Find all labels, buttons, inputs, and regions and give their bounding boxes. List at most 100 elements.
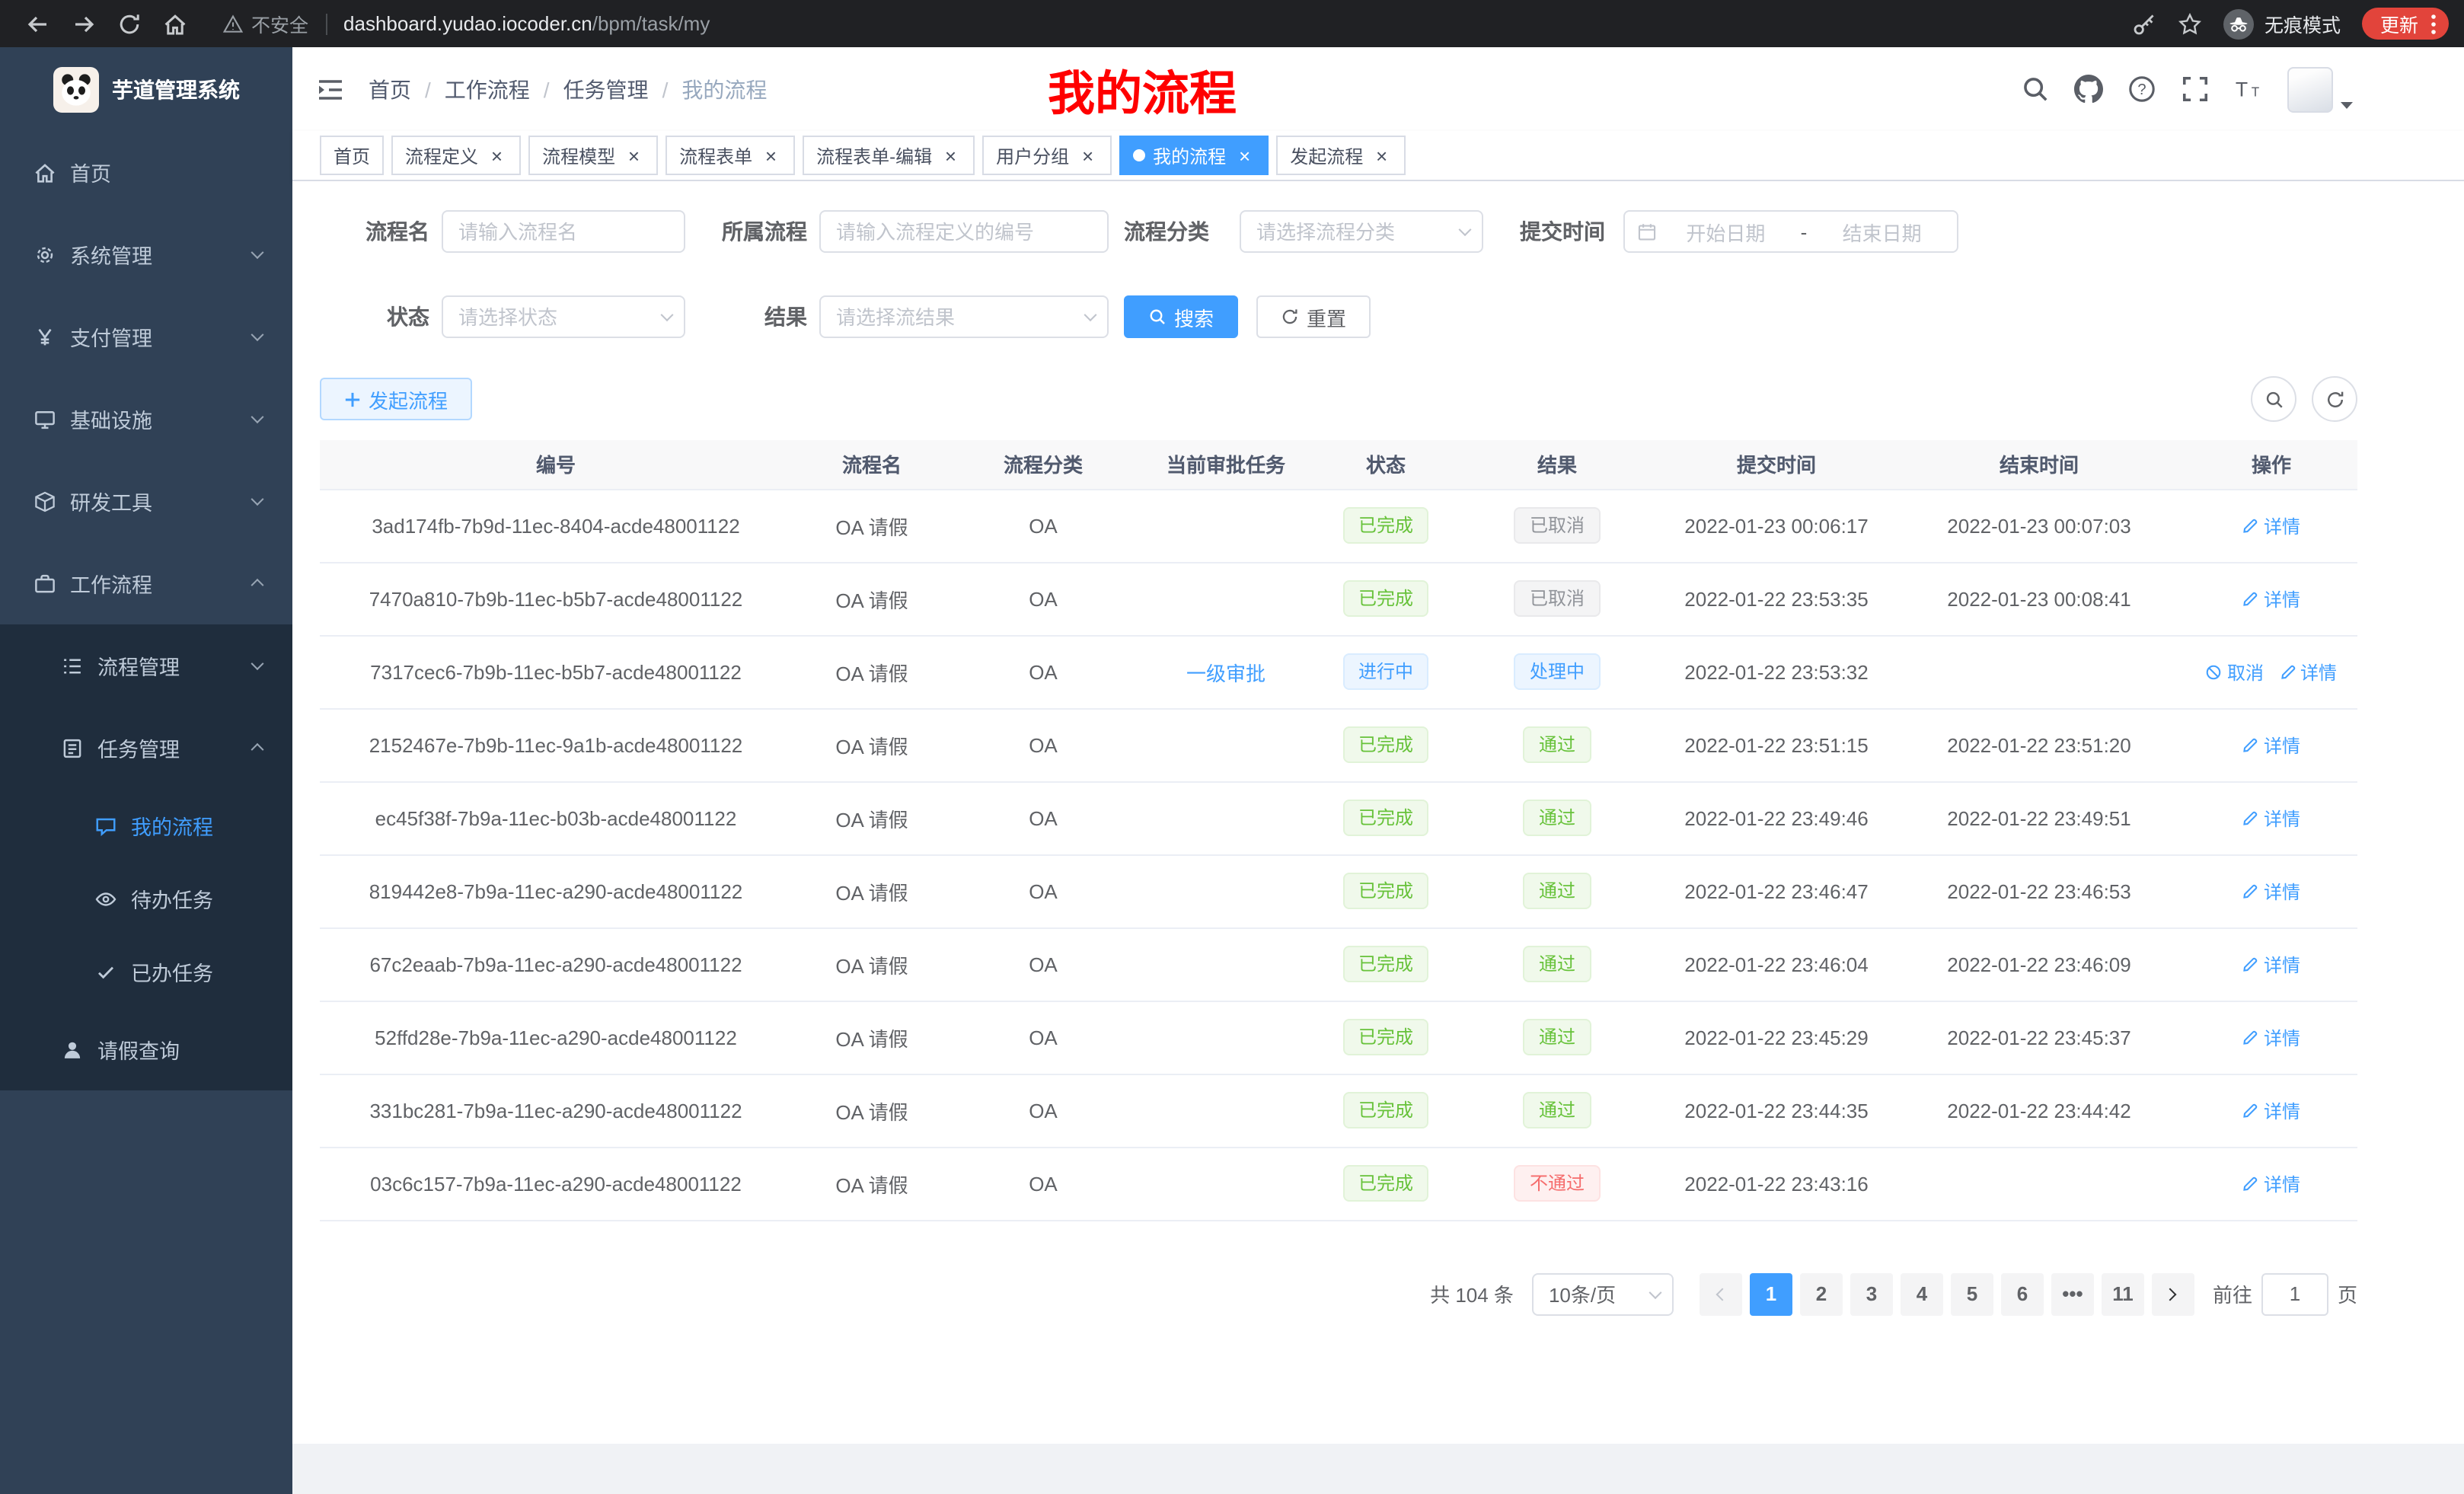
parent-process-input[interactable] bbox=[819, 210, 1109, 253]
sidebar-item-infra[interactable]: 基础设施 bbox=[0, 378, 292, 460]
sidebar-item-process-mgmt[interactable]: 流程管理 bbox=[0, 624, 292, 707]
breadcrumb-workflow[interactable]: 工作流程 bbox=[445, 74, 530, 104]
tab-close-icon[interactable]: × bbox=[486, 145, 507, 166]
result-select[interactable] bbox=[819, 295, 1109, 338]
tab-流程表单[interactable]: 流程表单× bbox=[665, 136, 795, 175]
sidebar-toggle-icon[interactable] bbox=[317, 75, 344, 103]
detail-action-link[interactable]: 详情 bbox=[2242, 512, 2300, 538]
tab-close-icon[interactable]: × bbox=[940, 145, 961, 166]
browser-menu-icon[interactable] bbox=[2430, 13, 2437, 34]
detail-action-link[interactable]: 详情 bbox=[2242, 586, 2300, 611]
pager-page-3[interactable]: 3 bbox=[1850, 1272, 1893, 1315]
table-row: 7317cec6-7b9b-11ec-b5b7-acde48001122OA 请… bbox=[320, 635, 2357, 708]
cell-category: OA bbox=[952, 635, 1135, 708]
avatar[interactable] bbox=[2287, 66, 2333, 112]
tab-close-icon[interactable]: × bbox=[623, 145, 644, 166]
process-name-input[interactable] bbox=[442, 210, 685, 253]
detail-action-label: 详情 bbox=[2264, 586, 2300, 611]
pager-page-11[interactable]: 11 bbox=[2102, 1272, 2144, 1315]
reset-button[interactable]: 重置 bbox=[1256, 295, 1371, 338]
goto-page-input[interactable] bbox=[2261, 1272, 2328, 1315]
sidebar-item-devtools[interactable]: 研发工具 bbox=[0, 460, 292, 542]
sidebar-item-home[interactable]: 首页 bbox=[0, 131, 292, 213]
address-divider bbox=[325, 13, 327, 34]
cell-result: 不通过 bbox=[1454, 1147, 1660, 1220]
pagination-next-button[interactable] bbox=[2152, 1272, 2194, 1315]
password-key-icon[interactable] bbox=[2132, 11, 2156, 36]
browser-reload-icon[interactable] bbox=[117, 11, 142, 36]
sidebar-item-payment[interactable]: 支付管理 bbox=[0, 295, 292, 378]
tab-用户分组[interactable]: 用户分组× bbox=[982, 136, 1112, 175]
category-select-input[interactable] bbox=[1240, 210, 1483, 253]
pagination-prev-button[interactable] bbox=[1700, 1272, 1742, 1315]
status-select[interactable] bbox=[442, 295, 685, 338]
pager-more-button[interactable]: ••• bbox=[2051, 1272, 2094, 1315]
update-button[interactable]: 更新 bbox=[2362, 8, 2449, 40]
category-select[interactable] bbox=[1240, 210, 1483, 253]
submit-time-range-picker[interactable]: 开始日期 - 结束日期 bbox=[1623, 210, 1958, 253]
tab-我的流程[interactable]: 我的流程× bbox=[1119, 136, 1269, 175]
detail-action-link[interactable]: 详情 bbox=[2279, 659, 2337, 685]
sidebar-item-system[interactable]: 系统管理 bbox=[0, 213, 292, 295]
sidebar-item-leave-query[interactable]: 请假查询 bbox=[0, 1008, 292, 1090]
github-icon[interactable] bbox=[2074, 75, 2103, 104]
date-end-placeholder[interactable]: 结束日期 bbox=[1819, 217, 1945, 246]
user-menu[interactable] bbox=[2287, 66, 2354, 112]
breadcrumb-home[interactable]: 首页 bbox=[369, 74, 411, 104]
tab-close-icon[interactable]: × bbox=[1371, 145, 1392, 166]
detail-action-link[interactable]: 详情 bbox=[2242, 878, 2300, 904]
cell-result: 通过 bbox=[1454, 1001, 1660, 1074]
pager-page-4[interactable]: 4 bbox=[1901, 1272, 1943, 1315]
detail-action-link[interactable]: 详情 bbox=[2242, 1170, 2300, 1196]
pager-page-6[interactable]: 6 bbox=[2001, 1272, 2044, 1315]
browser-forward-icon[interactable] bbox=[72, 11, 96, 36]
date-start-placeholder[interactable]: 开始日期 bbox=[1663, 217, 1789, 246]
pager-page-5[interactable]: 5 bbox=[1951, 1272, 1993, 1315]
font-size-icon[interactable]: TT bbox=[2234, 75, 2263, 104]
sidebar-item-workflow[interactable]: 工作流程 bbox=[0, 542, 292, 624]
bookmark-star-icon[interactable] bbox=[2178, 11, 2202, 36]
help-icon[interactable]: ? bbox=[2127, 75, 2156, 104]
address-bar[interactable]: 不安全 dashboard.yudao.iocoder.cn /bpm/task… bbox=[222, 9, 710, 38]
detail-action-link[interactable]: 详情 bbox=[2242, 951, 2300, 977]
browser-back-icon[interactable] bbox=[26, 11, 50, 36]
fullscreen-icon[interactable] bbox=[2181, 75, 2210, 104]
breadcrumb-task-mgmt[interactable]: 任务管理 bbox=[563, 74, 649, 104]
detail-action-link[interactable]: 详情 bbox=[2242, 1024, 2300, 1050]
tab-流程表单-编辑[interactable]: 流程表单-编辑× bbox=[803, 136, 975, 175]
pager-page-1[interactable]: 1 bbox=[1750, 1272, 1792, 1315]
table-row: 2152467e-7b9b-11ec-9a1b-acde48001122OA 请… bbox=[320, 708, 2357, 781]
search-button[interactable]: 搜索 bbox=[1124, 295, 1238, 338]
sidebar-item-todo-tasks[interactable]: 待办任务 bbox=[0, 862, 292, 935]
create-process-button[interactable]: 发起流程 bbox=[320, 378, 472, 420]
tab-发起流程[interactable]: 发起流程× bbox=[1276, 136, 1406, 175]
refresh-table-button[interactable] bbox=[2312, 376, 2357, 422]
tab-close-icon[interactable]: × bbox=[1077, 145, 1098, 166]
sidebar-item-done-tasks[interactable]: 已办任务 bbox=[0, 935, 292, 1008]
tab-流程模型[interactable]: 流程模型× bbox=[528, 136, 658, 175]
browser-home-icon[interactable] bbox=[163, 11, 187, 36]
app-logo[interactable]: 芋道管理系统 bbox=[0, 47, 292, 131]
page-size-select[interactable] bbox=[1532, 1272, 1674, 1315]
tab-close-icon[interactable]: × bbox=[760, 145, 781, 166]
show-search-button[interactable] bbox=[2251, 376, 2296, 422]
tab-流程定义[interactable]: 流程定义× bbox=[391, 136, 521, 175]
detail-action-link[interactable]: 详情 bbox=[2242, 732, 2300, 758]
result-tag: 通过 bbox=[1524, 946, 1591, 982]
detail-action-link[interactable]: 详情 bbox=[2242, 1097, 2300, 1123]
search-icon[interactable] bbox=[2021, 75, 2050, 104]
result-select-input[interactable] bbox=[819, 295, 1109, 338]
current-task-link[interactable]: 一级审批 bbox=[1186, 662, 1266, 685]
status-select-input[interactable] bbox=[442, 295, 685, 338]
detail-action-link[interactable]: 详情 bbox=[2242, 805, 2300, 831]
cell-category: OA bbox=[952, 927, 1135, 1001]
cell-actions: 详情 bbox=[2185, 854, 2357, 927]
sidebar-item-task-mgmt[interactable]: 任务管理 bbox=[0, 707, 292, 789]
tab-close-icon[interactable]: × bbox=[1234, 145, 1255, 166]
cancel-action-link[interactable]: 取消 bbox=[2206, 659, 2264, 685]
pager-page-2[interactable]: 2 bbox=[1800, 1272, 1843, 1315]
sidebar-item-my-process[interactable]: 我的流程 bbox=[0, 789, 292, 862]
not-secure-badge[interactable]: 不安全 bbox=[222, 9, 308, 38]
clipboard-icon bbox=[61, 736, 84, 759]
tab-首页[interactable]: 首页 bbox=[320, 136, 384, 175]
